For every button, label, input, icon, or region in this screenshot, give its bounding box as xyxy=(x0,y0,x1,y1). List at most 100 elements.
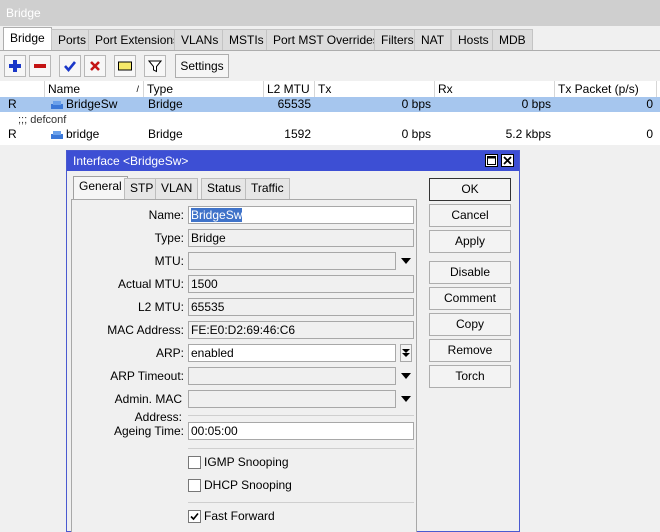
row-name: BridgeSw xyxy=(66,97,118,111)
dhcp-checkbox[interactable] xyxy=(188,479,201,492)
tab-status[interactable]: Status xyxy=(201,178,248,199)
fast-forward-label: Fast Forward xyxy=(204,509,275,523)
fast-forward-checkbox[interactable] xyxy=(188,510,201,523)
row-type: Bridge xyxy=(148,127,183,141)
admin-mac-field[interactable] xyxy=(188,390,396,408)
mtu-field[interactable] xyxy=(188,252,396,270)
tab-hosts[interactable]: Hosts xyxy=(451,29,496,51)
column-tx-packet[interactable]: Tx Packet (p/s) xyxy=(555,81,657,98)
arp-dropdown[interactable] xyxy=(400,344,412,362)
sort-icon: / xyxy=(136,84,139,94)
row-tx-packet: 0 xyxy=(646,127,653,141)
mtu-label: MTU: xyxy=(154,254,184,268)
mac-label: MAC Address: xyxy=(107,323,184,337)
enable-button[interactable] xyxy=(59,55,81,77)
l2mtu-label: L2 MTU: xyxy=(137,300,184,314)
add-button[interactable] xyxy=(4,55,26,77)
cancel-button[interactable]: Cancel xyxy=(429,204,511,227)
column-rx[interactable]: Rx xyxy=(435,81,555,98)
checkmark-icon xyxy=(190,512,199,521)
igmp-checkbox[interactable] xyxy=(188,456,201,469)
toolbar: Settings xyxy=(0,51,660,81)
actual-mtu-field: 1500 xyxy=(188,275,414,293)
triangle-down-icon xyxy=(401,258,411,264)
comment-button[interactable] xyxy=(114,55,136,77)
bridge-table: Name / Type L2 MTU Tx Rx Tx Packet (p/s) … xyxy=(0,81,660,145)
tab-mdb[interactable]: MDB xyxy=(492,29,533,51)
row-l2mtu: 1592 xyxy=(284,127,311,141)
column-l2mtu[interactable]: L2 MTU xyxy=(264,81,315,98)
igmp-label: IGMP Snooping xyxy=(204,455,289,469)
tab-ports[interactable]: Ports xyxy=(51,29,94,51)
row-tx: 0 bps xyxy=(401,97,431,111)
filter-button[interactable] xyxy=(144,55,166,77)
arp-field[interactable]: enabled xyxy=(188,344,396,362)
tab-traffic[interactable]: Traffic xyxy=(245,178,290,199)
arp-timeout-field[interactable] xyxy=(188,367,396,385)
column-tx[interactable]: Tx xyxy=(315,81,435,98)
row-type: Bridge xyxy=(148,97,183,111)
copy-button[interactable]: Copy xyxy=(429,313,511,336)
tab-bridge[interactable]: Bridge xyxy=(3,27,52,51)
dialog-title-bar[interactable]: Interface <BridgeSw> xyxy=(67,151,519,171)
note-icon xyxy=(118,61,132,71)
window-title: Bridge xyxy=(0,0,660,26)
row-comment: ;;; defconf xyxy=(18,114,67,126)
bridge-icon xyxy=(51,100,63,109)
settings-button[interactable]: Settings xyxy=(175,54,229,78)
disable-button[interactable]: Disable xyxy=(429,261,511,284)
interface-dialog: Interface <BridgeSw> General STP VLAN St… xyxy=(66,150,520,532)
checkmark-icon xyxy=(64,61,77,73)
row-rx: 0 bps xyxy=(521,97,551,111)
maximize-button[interactable] xyxy=(485,154,498,167)
x-icon xyxy=(90,61,100,71)
arp-timeout-label: ARP Timeout: xyxy=(110,369,184,383)
tab-port-extensions[interactable]: Port Extensions xyxy=(88,29,187,51)
mtu-dropdown[interactable] xyxy=(400,252,412,270)
name-value: BridgeSw xyxy=(191,208,243,222)
row-rx: 5.2 kbps xyxy=(505,127,551,141)
tab-nat[interactable]: NAT xyxy=(414,29,452,51)
remove-button[interactable] xyxy=(29,55,51,77)
tab-vlans[interactable]: VLANs xyxy=(174,29,226,51)
type-label: Type: xyxy=(154,231,184,245)
admin-mac-dropdown[interactable] xyxy=(400,390,412,408)
mac-field: FE:E0:D2:69:46:C6 xyxy=(188,321,414,339)
table-row[interactable]: R bridge Bridge 1592 0 bps 5.2 kbps 0 xyxy=(0,127,660,142)
tab-mstis[interactable]: MSTIs xyxy=(222,29,271,51)
arp-label: ARP: xyxy=(155,346,184,360)
name-field[interactable]: BridgeSw xyxy=(188,206,414,224)
general-panel: Name: BridgeSw Type: Bridge MTU: Actual … xyxy=(71,199,417,532)
tab-port-mst-overrides[interactable]: Port MST Overrides xyxy=(266,29,386,51)
type-field: Bridge xyxy=(188,229,414,247)
row-flag: R xyxy=(8,127,17,141)
dhcp-label: DHCP Snooping xyxy=(204,478,292,492)
funnel-icon xyxy=(148,60,162,73)
ok-button[interactable]: OK xyxy=(429,178,511,201)
disable-button[interactable] xyxy=(84,55,106,77)
column-flag[interactable] xyxy=(0,81,45,98)
remove-button[interactable]: Remove xyxy=(429,339,511,362)
ageing-field[interactable]: 00:05:00 xyxy=(188,422,414,440)
separator xyxy=(188,415,414,416)
tab-vlan[interactable]: VLAN xyxy=(155,178,199,199)
bridge-icon xyxy=(51,130,63,139)
ageing-label: Ageing Time: xyxy=(113,424,184,438)
table-row[interactable]: R BridgeSw Bridge 65535 0 bps 0 bps 0 xyxy=(0,97,660,112)
column-type[interactable]: Type xyxy=(144,81,264,98)
apply-button[interactable]: Apply xyxy=(429,230,511,253)
separator xyxy=(188,448,414,449)
row-l2mtu: 65535 xyxy=(277,97,311,111)
torch-button[interactable]: Torch xyxy=(429,365,511,388)
tab-general[interactable]: General xyxy=(73,176,128,200)
close-button[interactable] xyxy=(501,154,514,167)
actual-mtu-label: Actual MTU: xyxy=(117,277,184,291)
comment-button[interactable]: Comment xyxy=(429,287,511,310)
column-name[interactable]: Name / xyxy=(45,81,144,98)
name-label: Name: xyxy=(148,208,184,222)
minus-icon xyxy=(34,64,46,68)
row-name: bridge xyxy=(66,127,100,141)
arp-timeout-dropdown[interactable] xyxy=(400,367,412,385)
row-tx: 0 bps xyxy=(401,127,431,141)
row-tx-packet: 0 xyxy=(646,97,653,111)
